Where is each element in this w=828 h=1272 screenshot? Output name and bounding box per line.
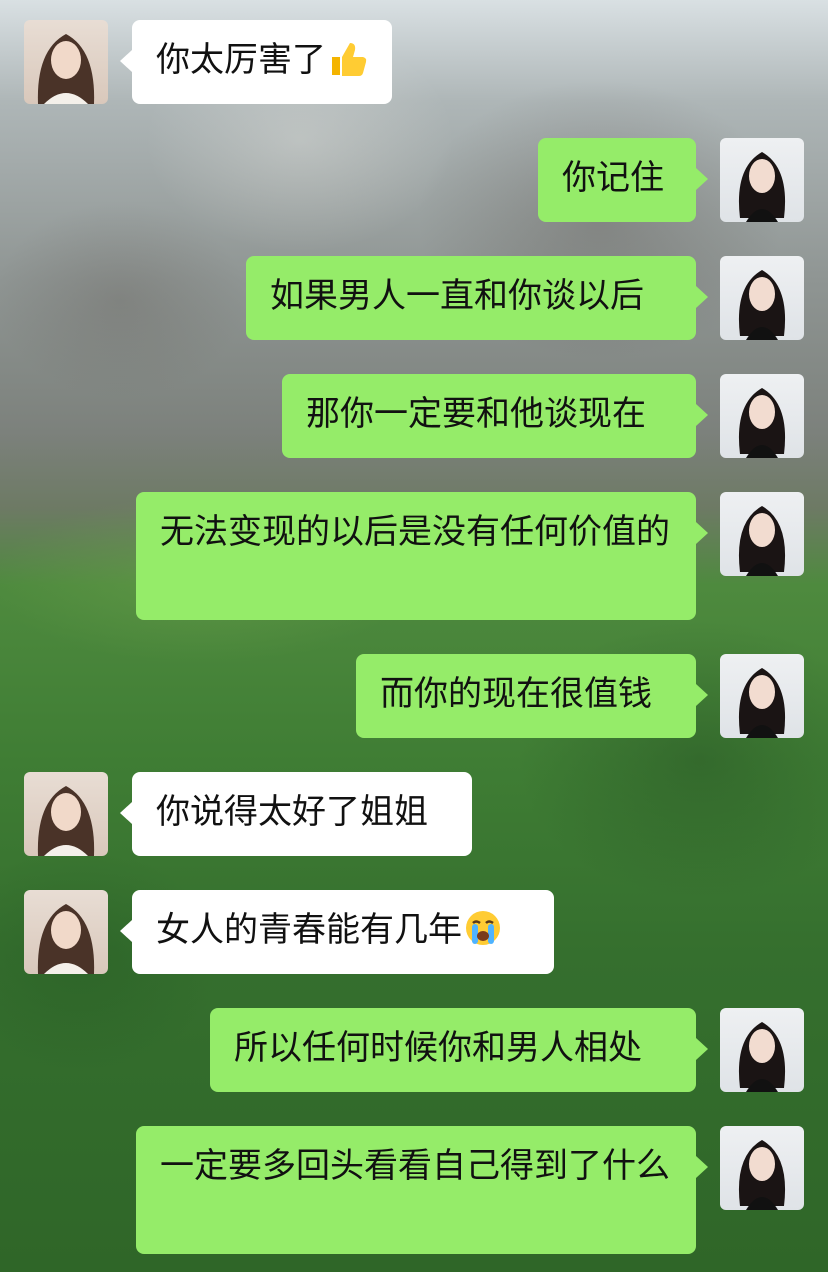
friend-avatar[interactable] xyxy=(24,20,108,104)
message-text: 你说得太好了姐姐 xyxy=(156,792,428,832)
message-bubble-incoming[interactable]: 你说得太好了姐姐 xyxy=(120,772,472,856)
message-bubble-outgoing[interactable]: 一定要多回头看看自己得到了什么 xyxy=(136,1126,708,1254)
message-text: 那你一定要和他谈现在 xyxy=(306,394,646,434)
message-bubble-incoming[interactable]: 女人的青春能有几年 xyxy=(120,890,554,974)
message-bubble-incoming[interactable]: 你太厉害了 xyxy=(120,20,392,104)
message-text: 你记住 xyxy=(562,158,664,198)
message-text: 无法变现的以后是没有任何价值的 xyxy=(160,512,670,552)
message-text: 一定要多回头看看自己得到了什么 xyxy=(160,1146,670,1186)
sister-avatar[interactable] xyxy=(720,374,804,458)
message-bubble-outgoing[interactable]: 那你一定要和他谈现在 xyxy=(282,374,708,458)
sister-avatar[interactable] xyxy=(720,1126,804,1210)
sister-avatar[interactable] xyxy=(720,256,804,340)
message-text: 所以任何时候你和男人相处 xyxy=(234,1028,642,1068)
message-bubble-outgoing[interactable]: 所以任何时候你和男人相处 xyxy=(210,1008,708,1092)
message-text: 你太厉害了 xyxy=(156,40,326,80)
message-text: 如果男人一直和你谈以后 xyxy=(270,276,644,316)
message-bubble-outgoing[interactable]: 如果男人一直和你谈以后 xyxy=(246,256,708,340)
message-bubble-outgoing[interactable]: 你记住 xyxy=(538,138,708,222)
friend-avatar[interactable] xyxy=(24,890,108,974)
friend-avatar[interactable] xyxy=(24,772,108,856)
sister-avatar[interactable] xyxy=(720,1008,804,1092)
thumbs-up-emoji-icon xyxy=(328,41,368,88)
loudly-crying-emoji-icon xyxy=(464,909,502,958)
sister-avatar[interactable] xyxy=(720,492,804,576)
message-bubble-outgoing[interactable]: 无法变现的以后是没有任何价值的 xyxy=(136,492,708,620)
message-text: 而你的现在很值钱 xyxy=(380,674,652,714)
sister-avatar[interactable] xyxy=(720,138,804,222)
message-bubble-outgoing[interactable]: 而你的现在很值钱 xyxy=(356,654,708,738)
message-text: 女人的青春能有几年 xyxy=(156,910,462,950)
sister-avatar[interactable] xyxy=(720,654,804,738)
